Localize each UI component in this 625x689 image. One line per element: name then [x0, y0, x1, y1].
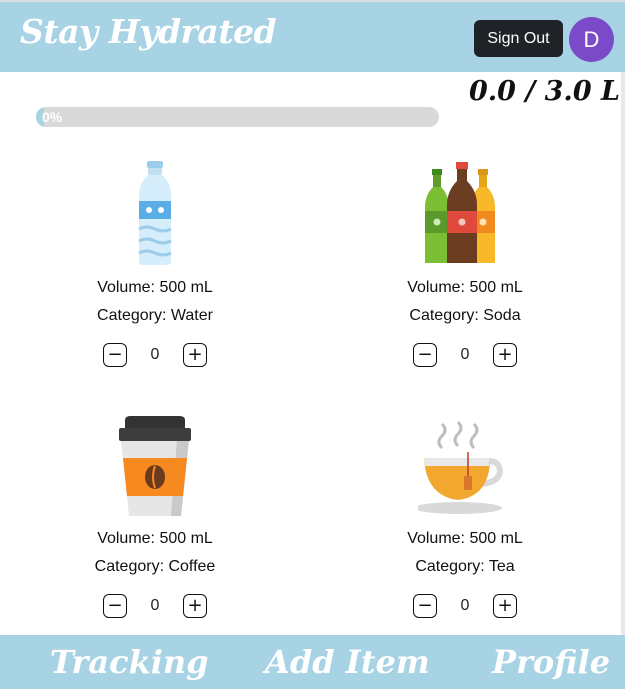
coffee-cup-icon — [119, 416, 191, 516]
tea-cup-icon — [418, 420, 504, 514]
drink-volume: Volume: 500 mL — [97, 530, 213, 547]
quantity-count: 0 — [460, 346, 470, 363]
decrement-button[interactable]: − — [103, 594, 127, 618]
increment-button[interactable]: + — [183, 594, 207, 618]
quantity-count: 0 — [150, 346, 160, 363]
drink-card-coffee: Volume: 500 mL Category: Coffee − 0 + — [55, 408, 255, 618]
increment-button[interactable]: + — [183, 343, 207, 367]
quantity-stepper: − 0 + — [55, 594, 255, 618]
scrollbar[interactable] — [621, 72, 625, 635]
increment-button[interactable]: + — [493, 343, 517, 367]
decrement-button[interactable]: − — [413, 343, 437, 367]
water-bottle-icon — [138, 161, 172, 265]
drink-card-tea: Volume: 500 mL Category: Tea − 0 + — [365, 408, 565, 618]
app-header: Stay Hydrated Sign Out D — [0, 0, 625, 72]
app-title: Stay Hydrated — [20, 12, 277, 51]
drink-volume: Volume: 500 mL — [407, 279, 523, 296]
daily-total: 0.0 / 3.0 L — [469, 76, 620, 107]
bottom-nav: Tracking Add Item Profile — [0, 635, 625, 689]
avatar[interactable]: D — [569, 17, 614, 62]
soda-bottles-icon — [425, 162, 495, 263]
quantity-count: 0 — [460, 597, 470, 614]
quantity-stepper: − 0 + — [55, 343, 255, 367]
decrement-button[interactable]: − — [413, 594, 437, 618]
drink-volume: Volume: 500 mL — [97, 279, 213, 296]
drink-card-soda: Volume: 500 mL Category: Soda − 0 + — [365, 157, 565, 367]
drink-volume: Volume: 500 mL — [407, 530, 523, 547]
nav-profile[interactable]: Profile — [492, 643, 610, 681]
quantity-stepper: − 0 + — [365, 594, 565, 618]
drink-category: Category: Tea — [415, 558, 515, 575]
quantity-stepper: − 0 + — [365, 343, 565, 367]
nav-add-item[interactable]: Add Item — [265, 643, 430, 681]
progress-bar: 0% — [36, 107, 439, 127]
progress-label: 0% — [42, 109, 63, 125]
drink-card-water: Volume: 500 mL Category: Water − 0 + — [55, 157, 255, 367]
nav-tracking[interactable]: Tracking — [50, 643, 209, 681]
decrement-button[interactable]: − — [103, 343, 127, 367]
sign-out-button[interactable]: Sign Out — [474, 20, 563, 57]
drink-category: Category: Water — [97, 307, 213, 324]
quantity-count: 0 — [150, 597, 160, 614]
drink-category: Category: Coffee — [94, 558, 216, 575]
drink-category: Category: Soda — [409, 307, 521, 324]
increment-button[interactable]: + — [493, 594, 517, 618]
